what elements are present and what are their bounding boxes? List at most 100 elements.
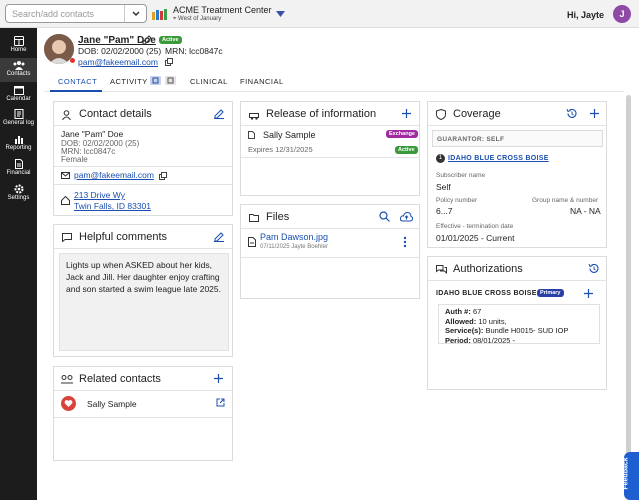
- mail-icon: [61, 172, 70, 179]
- contact-gender: Female: [61, 155, 88, 164]
- release-contact-name[interactable]: Sally Sample: [263, 130, 316, 140]
- org-name: ACME Treatment Center: [173, 5, 272, 15]
- edit-icon[interactable]: [214, 232, 224, 242]
- sidebar: Home Contacts Calendar General log Repor…: [0, 28, 37, 500]
- subscriber-label: Subscriber name: [436, 172, 486, 179]
- people-icon: [61, 375, 73, 384]
- file-name[interactable]: Pam Dawson.jpg: [260, 232, 328, 242]
- scrollbar[interactable]: [626, 95, 631, 495]
- top-bar: Search/add contacts ACME Treatment Cente…: [0, 0, 639, 28]
- tab-contact[interactable]: CONTACT: [50, 72, 102, 92]
- coverage-title: Coverage: [453, 108, 501, 120]
- nav-general-log[interactable]: General log: [0, 107, 37, 131]
- authorizations-title: Authorizations: [453, 263, 523, 275]
- external-link-icon[interactable]: [216, 398, 225, 407]
- house-icon: [61, 196, 70, 205]
- org-location: ⌖ West of January: [173, 16, 222, 22]
- auth-insurer: IDAHO BLUE CROSS BOISE: [436, 290, 537, 297]
- activity-icons: [150, 76, 176, 85]
- related-avatar: [61, 396, 76, 411]
- related-contacts-card: Related contacts Sally Sample: [53, 366, 233, 461]
- copy-icon[interactable]: [165, 58, 173, 66]
- document-icon: [14, 159, 23, 169]
- edit-icon[interactable]: [214, 109, 224, 119]
- coverage-card: Coverage GUARANTOR: SELF 1 IDAHO BLUE CR…: [427, 101, 607, 248]
- comments-box[interactable]: Lights up when ASKED about her kids, Jac…: [59, 253, 229, 351]
- home-icon: [13, 36, 24, 46]
- tab-clinical[interactable]: CLINICAL: [190, 72, 230, 92]
- release-expiry: Expires 12/31/2025: [248, 145, 313, 154]
- search-placeholder: Search/add contacts: [12, 9, 95, 19]
- car-icon: [249, 113, 259, 120]
- related-contacts-title: Related contacts: [79, 373, 161, 385]
- patient-status-badge: Active: [159, 36, 182, 44]
- file-meta: 07/11/2025 Jayte Boehler: [260, 244, 328, 250]
- coverage-insurer-link[interactable]: IDAHO BLUE CROSS BOISE: [448, 155, 549, 162]
- nav-contacts[interactable]: Contacts: [0, 58, 37, 82]
- org-logo-icon: [152, 9, 167, 20]
- contacts-icon: [13, 61, 24, 70]
- search-icon[interactable]: [379, 211, 390, 222]
- helpful-comments-card: Helpful comments Lights up when ASKED ab…: [53, 224, 233, 357]
- primary-badge: Primary: [537, 289, 564, 297]
- caret-down-icon: [276, 11, 285, 17]
- helpful-comments-title: Helpful comments: [79, 231, 168, 243]
- more-vertical-icon[interactable]: [403, 236, 407, 248]
- subscriber-value: Self: [436, 182, 451, 192]
- add-icon[interactable]: [402, 109, 411, 118]
- release-of-information-card: Release of information Sally Sample Exch…: [240, 101, 420, 196]
- related-contact-name[interactable]: Sally Sample: [87, 399, 137, 409]
- patient-email[interactable]: pam@fakeemail.com: [78, 57, 158, 67]
- history-icon[interactable]: [588, 263, 599, 274]
- feedback-button[interactable]: Feedback: [623, 452, 639, 500]
- policy-label: Policy number: [436, 197, 478, 204]
- nav-home[interactable]: Home: [0, 34, 37, 58]
- gear-icon: [14, 184, 23, 194]
- authorization-item[interactable]: Auth #: 67 Allowed: 10 units, Service(s)…: [438, 304, 600, 345]
- period-value: 01/01/2025 - Current: [436, 233, 515, 243]
- coverage-number: 1: [436, 154, 445, 163]
- nav-calendar[interactable]: Calendar: [0, 83, 37, 107]
- add-icon[interactable]: [590, 109, 599, 118]
- contact-details-title: Contact details: [79, 108, 152, 120]
- nav-financial[interactable]: Financial: [0, 157, 37, 181]
- person-icon: [62, 110, 71, 120]
- authorizations-card: Authorizations IDAHO BLUE CROSS BOISE Pr…: [427, 256, 607, 390]
- chevron-down-icon: [132, 11, 140, 17]
- patient-dob: DOB: 02/02/2000 (25): [78, 46, 162, 56]
- add-icon[interactable]: [584, 289, 593, 298]
- files-card: Files Pam Dawson.jpg 07/11/2025 Jayte Bo…: [240, 204, 420, 299]
- user-greeting: Hi, Jayte: [566, 10, 604, 20]
- group-label: Group name & number: [532, 197, 599, 204]
- contact-details-card: Contact details Jane "Pam" Doe DOB: 02/0…: [53, 101, 233, 216]
- comment-icon: [62, 233, 72, 242]
- shield-icon: [436, 109, 446, 120]
- contact-name: Jane "Pam" Doe: [61, 129, 124, 139]
- tab-activity[interactable]: ACTIVITY: [110, 72, 180, 92]
- group-value: NA - NA: [570, 206, 601, 216]
- tab-financial[interactable]: FINANCIAL: [240, 72, 290, 92]
- history-icon[interactable]: [566, 108, 577, 119]
- policy-value: 6...7: [436, 206, 453, 216]
- log-icon: [14, 109, 23, 119]
- search-input[interactable]: Search/add contacts: [5, 4, 147, 23]
- org-switcher[interactable]: ACME Treatment Center ⌖ West of January: [152, 4, 292, 26]
- status-dot: [70, 58, 75, 63]
- user-avatar[interactable]: J: [613, 5, 631, 23]
- nav-reporting[interactable]: Reporting: [0, 132, 37, 156]
- release-title: Release of information: [266, 108, 377, 120]
- contact-address-line2[interactable]: Twin Falls, ID 83301: [74, 201, 151, 211]
- contact-address-line1[interactable]: 213 Drive Wy: [74, 190, 125, 200]
- comments-text: Lights up when ASKED about her kids, Jac…: [66, 260, 221, 294]
- contact-email[interactable]: pam@fakeemail.com: [74, 170, 154, 180]
- folder-icon: [249, 214, 259, 222]
- search-dropdown-button[interactable]: [124, 5, 146, 22]
- nav-settings[interactable]: Settings: [0, 182, 37, 206]
- edit-icon[interactable]: [142, 35, 152, 45]
- guarantor-label: GUARANTOR: SELF: [437, 136, 505, 143]
- upload-cloud-icon[interactable]: [400, 211, 413, 222]
- copy-icon[interactable]: [159, 172, 167, 180]
- chat-icon: [436, 265, 447, 274]
- release-status-badge: Active: [395, 146, 418, 154]
- add-icon[interactable]: [214, 374, 223, 383]
